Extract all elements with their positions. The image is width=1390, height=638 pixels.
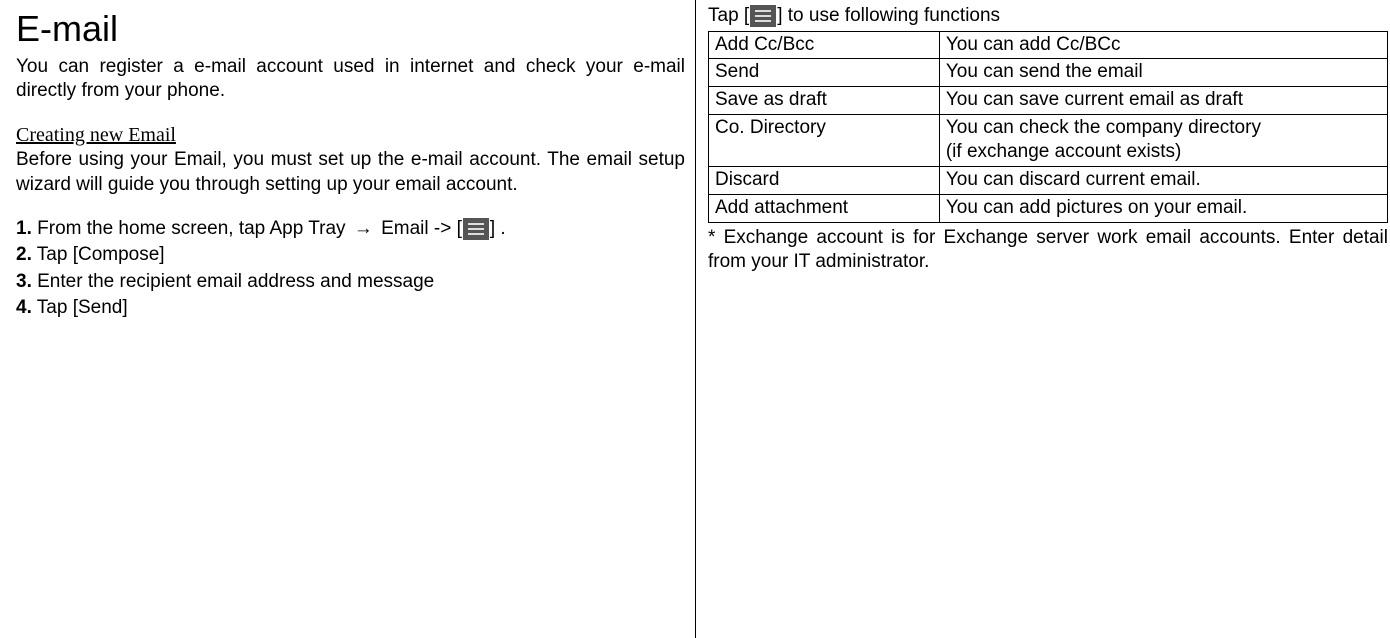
menu-icon xyxy=(463,218,489,240)
step-number: 4. xyxy=(16,297,32,318)
function-name: Co. Directory xyxy=(709,114,940,166)
tap-text-after: ] to use following functions xyxy=(777,5,1000,26)
function-name: Add Cc/Bcc xyxy=(709,31,940,59)
footnote-text: * Exchange account is for Exchange serve… xyxy=(708,226,1388,275)
table-row: Add attachmentYou can add pictures on yo… xyxy=(709,194,1388,222)
page-title: E-mail xyxy=(16,6,685,53)
function-name: Add attachment xyxy=(709,194,940,222)
function-name: Save as draft xyxy=(709,87,940,115)
intro-text: You can register a e-mail account used i… xyxy=(16,55,685,104)
right-column: Tap [ ] to use following functions Add Cc… xyxy=(695,0,1390,638)
function-description: You can discard current email. xyxy=(939,167,1387,195)
steps-list: 1. From the home screen, tap App Tray → … xyxy=(16,216,685,322)
step-3: 3. Enter the recipient email address and… xyxy=(16,269,685,295)
step-number: 3. xyxy=(16,271,32,292)
step-1: 1. From the home screen, tap App Tray → … xyxy=(16,216,685,242)
section-heading: Creating new Email xyxy=(16,122,685,148)
function-description: You can save current email as draft xyxy=(939,87,1387,115)
left-column: E-mail You can register a e-mail account… xyxy=(0,0,695,638)
arrow-right: → xyxy=(354,218,373,239)
section-description: Before using your Email, you must set up… xyxy=(16,148,685,197)
step-number: 1. xyxy=(16,218,32,239)
function-description: You can send the email xyxy=(939,59,1387,87)
step-text: Email -> [ xyxy=(376,218,462,239)
step-4: 4. Tap [Send] xyxy=(16,295,685,321)
table-row: Add Cc/BccYou can add Cc/BCc xyxy=(709,31,1388,59)
step-text: Tap [Send] xyxy=(32,297,128,318)
function-name: Send xyxy=(709,59,940,87)
function-description: You can add Cc/BCc xyxy=(939,31,1387,59)
step-text: Enter the recipient email address and me… xyxy=(32,271,434,292)
table-row: Co. DirectoryYou can check the company d… xyxy=(709,114,1388,166)
functions-table: Add Cc/BccYou can add Cc/BCcSendYou can … xyxy=(708,31,1388,223)
tap-text-before: Tap [ xyxy=(708,5,749,26)
step-text: From the home screen, tap App Tray xyxy=(32,218,351,239)
table-row: Save as draftYou can save current email … xyxy=(709,87,1388,115)
step-text: ] . xyxy=(490,218,506,239)
step-text: Tap [Compose] xyxy=(32,244,165,265)
table-row: DiscardYou can discard current email. xyxy=(709,167,1388,195)
function-description: You can add pictures on your email. xyxy=(939,194,1387,222)
menu-icon xyxy=(750,5,776,27)
function-name: Discard xyxy=(709,167,940,195)
table-row: SendYou can send the email xyxy=(709,59,1388,87)
step-number: 2. xyxy=(16,244,32,265)
step-2: 2. Tap [Compose] xyxy=(16,242,685,268)
function-description: You can check the company directory (if … xyxy=(939,114,1387,166)
tap-instruction: Tap [ ] to use following functions xyxy=(708,4,1388,29)
